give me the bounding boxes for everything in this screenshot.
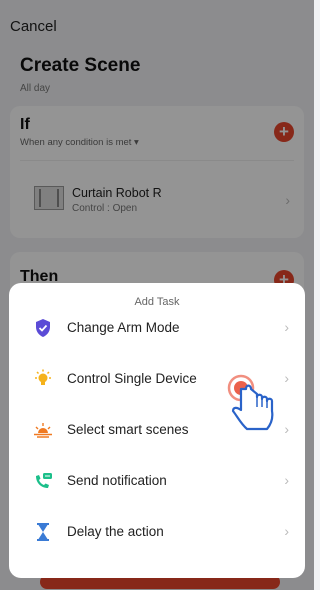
task-send-notification[interactable]: Send notification › [9, 456, 305, 507]
chevron-right-icon: › [284, 472, 289, 488]
task-label: Send notification [67, 473, 167, 488]
tap-hand-icon [227, 374, 297, 444]
sunrise-icon [33, 420, 53, 440]
task-delay-the-action[interactable]: Delay the action › [9, 507, 305, 558]
shield-icon [33, 318, 53, 338]
bulb-icon [33, 369, 53, 389]
task-label: Control Single Device [67, 371, 197, 386]
chevron-right-icon: › [284, 319, 289, 335]
task-label: Delay the action [67, 524, 164, 539]
task-label: Change Arm Mode [67, 320, 180, 335]
chevron-right-icon: › [284, 523, 289, 539]
hourglass-icon [33, 522, 53, 542]
task-label: Select smart scenes [67, 422, 189, 437]
phone-message-icon [33, 471, 53, 491]
task-change-arm-mode[interactable]: Change Arm Mode › [9, 303, 305, 354]
